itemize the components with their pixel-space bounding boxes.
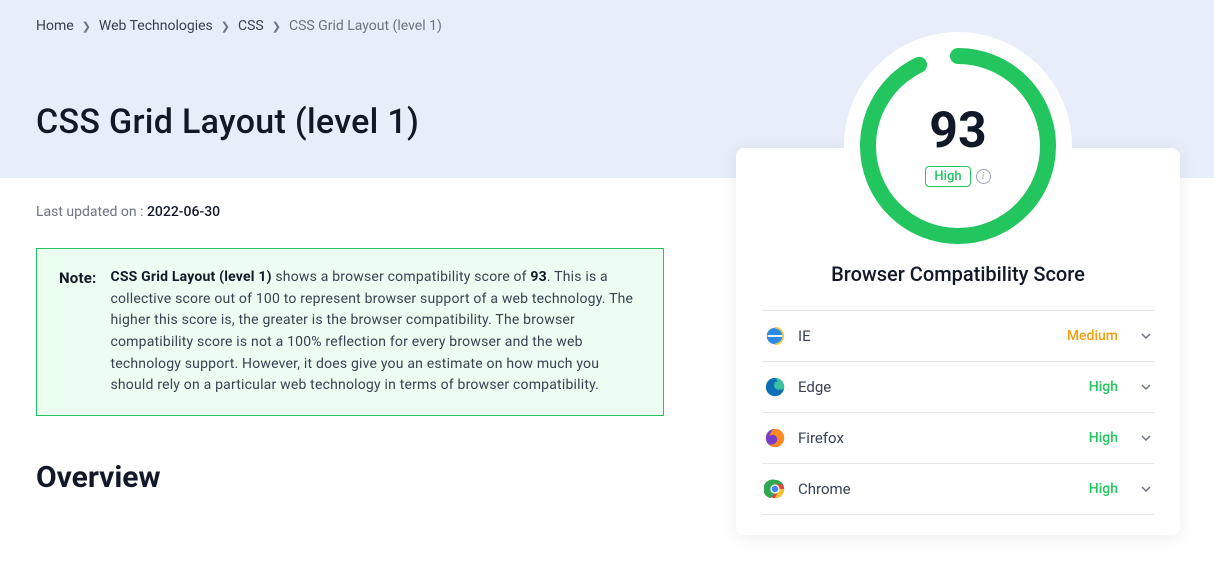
chevron-down-icon (1140, 483, 1152, 495)
breadcrumb-item-web-technologies[interactable]: Web Technologies (99, 18, 213, 34)
browser-name: Firefox (798, 429, 1077, 447)
gauge-level-badge: High (925, 166, 970, 187)
card-title: Browser Compatibility Score (762, 262, 1154, 286)
browser-name: Chrome (798, 480, 1077, 498)
browser-level: Medium (1067, 328, 1118, 344)
compatibility-card: 93 High i Browser Compatibility Score IE… (736, 148, 1180, 535)
note-score: 93 (530, 269, 546, 285)
ie-icon (764, 325, 786, 347)
breadcrumb-item-css[interactable]: CSS (238, 18, 264, 34)
browser-row-edge[interactable]: Edge High (762, 361, 1154, 412)
browser-level: High (1089, 481, 1118, 497)
breadcrumb-current: CSS Grid Layout (level 1) (289, 18, 442, 34)
browser-name: Edge (798, 378, 1077, 396)
note-body: CSS Grid Layout (level 1) shows a browse… (110, 267, 641, 397)
chevron-down-icon (1140, 432, 1152, 444)
breadcrumb-item-home[interactable]: Home (36, 18, 74, 34)
edge-icon (764, 376, 786, 398)
gauge-score-value: 93 (925, 106, 990, 156)
breadcrumb: Home ❯ Web Technologies ❯ CSS ❯ CSS Grid… (36, 18, 1178, 34)
browser-row-firefox[interactable]: Firefox High (762, 412, 1154, 463)
chevron-right-icon: ❯ (82, 20, 91, 33)
note-tech-name: CSS Grid Layout (level 1) (110, 269, 271, 285)
browser-name: IE (798, 327, 1055, 345)
browser-row-ie[interactable]: IE Medium (762, 310, 1154, 361)
score-gauge: 93 High i (854, 42, 1062, 250)
last-updated: Last updated on : 2022-06-30 (36, 204, 664, 220)
chevron-down-icon (1140, 381, 1152, 393)
overview-heading: Overview (36, 460, 664, 495)
browser-row-chrome[interactable]: Chrome High (762, 463, 1154, 515)
chevron-right-icon: ❯ (221, 20, 230, 33)
chrome-icon (764, 478, 786, 500)
last-updated-label: Last updated on : (36, 204, 147, 220)
note-label: Note: (59, 267, 96, 397)
note-box: Note: CSS Grid Layout (level 1) shows a … (36, 248, 664, 416)
chevron-down-icon (1140, 330, 1152, 342)
firefox-icon (764, 427, 786, 449)
last-updated-date: 2022-06-30 (147, 204, 220, 220)
chevron-right-icon: ❯ (272, 20, 281, 33)
browser-list: IE Medium Edge High Firefox High Chrome (762, 310, 1154, 515)
browser-level: High (1089, 379, 1118, 395)
browser-level: High (1089, 430, 1118, 446)
info-icon[interactable]: i (976, 169, 991, 184)
